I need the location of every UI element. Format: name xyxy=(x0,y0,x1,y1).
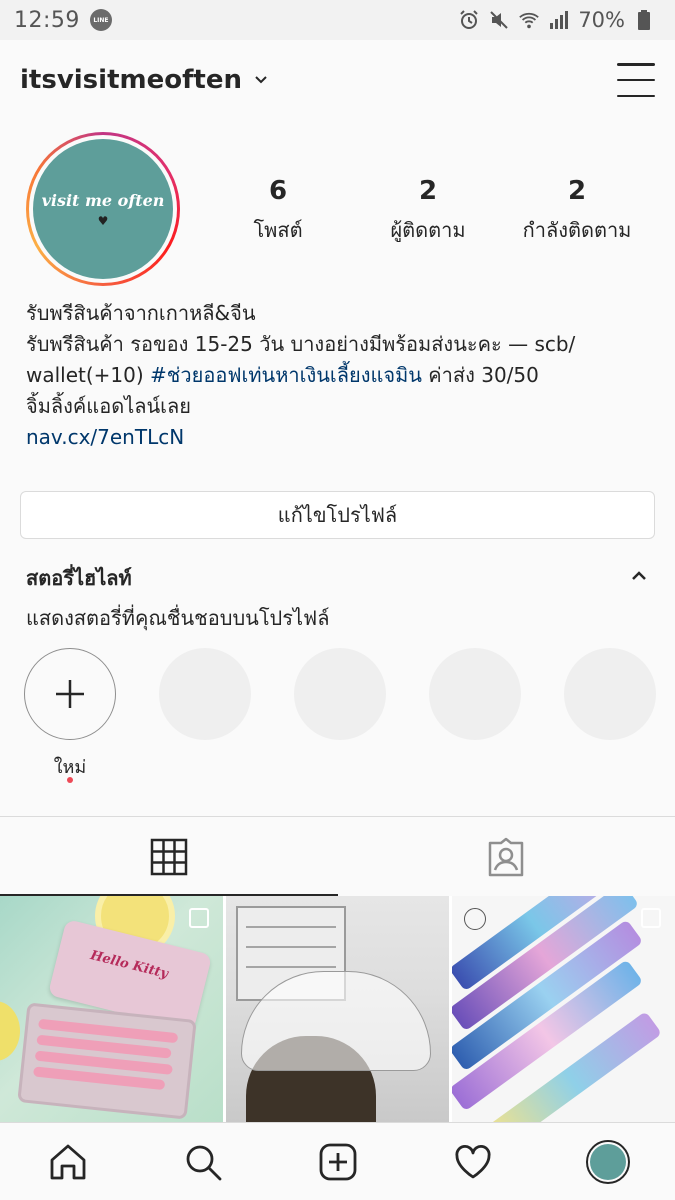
battery-percent: 70% xyxy=(578,8,625,32)
tab-tagged[interactable] xyxy=(338,817,675,896)
activity-heart-icon xyxy=(455,1144,490,1178)
profile-tabs xyxy=(0,816,675,896)
menu-icon-bar xyxy=(617,78,655,82)
nav-activity[interactable] xyxy=(443,1132,503,1192)
stat-followers-label: ผู้ติดตาม xyxy=(390,218,466,242)
status-bar: 12:59 LINE 70% xyxy=(0,0,675,40)
bio-line: รับพรีสินค้า รอของ 15-25 วัน บางอย่างมีพ… xyxy=(26,332,576,356)
stat-followers[interactable]: 2 ผู้ติดตาม xyxy=(348,176,508,246)
battery-icon xyxy=(633,9,655,31)
bio-line: รับพรีสินค้าจากเกาหลี&จีน xyxy=(26,301,256,325)
avatar-story-ring[interactable]: visit me often ♥ xyxy=(26,132,180,286)
menu-icon-bar xyxy=(617,63,655,66)
edit-profile-button[interactable]: แก้ไขโปรไฟล์ xyxy=(20,491,655,539)
bio-text: wallet(+10) xyxy=(26,363,151,387)
username[interactable]: itsvisitmeoften xyxy=(20,65,242,95)
wifi-icon xyxy=(518,9,540,31)
chevron-up-icon[interactable] xyxy=(628,566,650,586)
grid-icon xyxy=(150,838,187,875)
shop-seal xyxy=(464,908,486,930)
profile-bio: รับพรีสินค้าจากเกาหลี&จีน รับพรีสินค้า ร… xyxy=(26,298,646,453)
post-thumbnail[interactable]: Hello Kitty xyxy=(0,896,223,1122)
profile-summary: visit me often ♥ 6 โพสต์ 2 ผู้ติดตาม 2 ก… xyxy=(0,128,675,288)
signal-icon xyxy=(548,9,570,31)
nav-add-post[interactable] xyxy=(308,1132,368,1192)
menu-icon-bar xyxy=(617,94,655,97)
highlights-subtitle: แสดงสตอรี่ที่คุณชื่นชอบบนโปรไฟล์ xyxy=(26,606,330,630)
avatar-logo-text: visit me often xyxy=(41,190,165,210)
posts-grid: Hello Kitty xyxy=(0,896,675,1122)
new-highlight-dot xyxy=(67,777,73,783)
mute-icon xyxy=(488,9,510,31)
chevron-down-icon[interactable] xyxy=(254,73,268,87)
search-icon xyxy=(186,1145,221,1180)
stat-following[interactable]: 2 กำลังติดตาม xyxy=(497,176,657,246)
hello-kitty-logo: Hello Kitty xyxy=(88,948,170,982)
status-time: 12:59 xyxy=(14,7,80,33)
line-app-icon: LINE xyxy=(89,9,112,31)
bio-link[interactable]: nav.cx/7enTLcN xyxy=(26,422,646,453)
multi-photo-icon xyxy=(189,908,209,928)
window-rail xyxy=(246,966,336,968)
heart-icon: ♥ xyxy=(97,213,109,228)
post-thumbnail[interactable] xyxy=(226,896,449,1122)
stat-posts[interactable]: 6 โพสต์ xyxy=(198,176,358,246)
window-rail xyxy=(246,946,336,948)
bio-hashtag[interactable]: #ช่วยออฟเท่นหาเงินเลี้ยงแจมิน xyxy=(150,363,422,387)
stat-following-count: 2 xyxy=(567,176,587,206)
alarm-icon xyxy=(458,9,480,31)
tagged-icon xyxy=(489,837,524,876)
stat-following-label: กำลังติดตาม xyxy=(522,218,632,242)
lemon-slice xyxy=(0,1001,20,1061)
highlight-placeholder xyxy=(159,648,251,740)
bio-line: จิ้มลิ้งค์แอดไลน์เลย xyxy=(26,394,191,418)
nav-home[interactable] xyxy=(38,1132,98,1192)
bottom-navigation xyxy=(0,1122,675,1200)
avatar: visit me often ♥ xyxy=(33,139,173,279)
status-icons: 70% xyxy=(458,8,655,32)
highlights-title: สตอรี่ไฮไลท์ xyxy=(26,566,132,590)
stat-posts-label: โพสต์ xyxy=(253,218,303,242)
menu-button[interactable] xyxy=(617,63,655,97)
profile-header: itsvisitmeoften xyxy=(0,40,675,120)
home-icon xyxy=(50,1144,85,1179)
multi-photo-icon xyxy=(641,908,661,928)
avatar-thumb xyxy=(589,1143,626,1180)
new-highlight-button[interactable] xyxy=(24,648,116,740)
post-thumbnail[interactable] xyxy=(452,896,675,1122)
avatar-gap: visit me often ♥ xyxy=(29,135,177,283)
stat-followers-count: 2 xyxy=(418,176,438,206)
window-rail xyxy=(246,926,336,928)
bio-line: wallet(+10) #ช่วยออฟเท่นหาเงินเลี้ยงแจมิ… xyxy=(26,360,646,391)
highlight-placeholder xyxy=(294,648,386,740)
stat-posts-count: 6 xyxy=(268,176,288,206)
highlight-placeholder xyxy=(564,648,656,740)
profile-avatar-icon xyxy=(585,1139,630,1184)
highlight-placeholder xyxy=(429,648,521,740)
bio-text: ค่าส่ง 30/50 xyxy=(421,363,539,387)
add-post-icon xyxy=(319,1143,356,1180)
tab-grid[interactable] xyxy=(0,817,338,896)
plus-icon xyxy=(56,680,84,708)
nav-search[interactable] xyxy=(173,1132,233,1192)
nav-profile[interactable] xyxy=(578,1132,638,1192)
brush-tin xyxy=(17,1002,197,1120)
